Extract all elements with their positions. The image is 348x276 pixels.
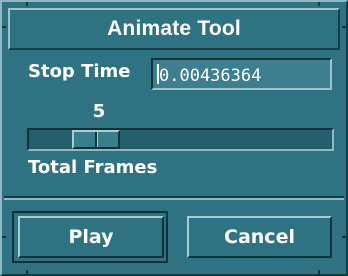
frame-notch bbox=[342, 236, 346, 238]
frame-notch bbox=[318, 2, 320, 6]
slider-thumb[interactable] bbox=[72, 130, 120, 149]
frame-notch bbox=[26, 2, 28, 6]
frame-notch bbox=[2, 236, 6, 238]
play-button[interactable]: Play bbox=[18, 216, 164, 258]
title-bar[interactable]: Animate Tool bbox=[8, 8, 340, 50]
window-title: Animate Tool bbox=[107, 17, 241, 40]
frame-notch bbox=[2, 26, 6, 28]
total-frames-value: 5 bbox=[92, 101, 106, 122]
cancel-button[interactable]: Cancel bbox=[187, 216, 332, 258]
slider-thumb-groove-highlight bbox=[97, 132, 98, 147]
text-caret bbox=[157, 64, 159, 84]
total-frames-label: Total Frames bbox=[28, 157, 158, 178]
frame-notch bbox=[318, 270, 320, 274]
stop-time-input[interactable] bbox=[151, 58, 332, 90]
frame-notch bbox=[342, 26, 346, 28]
stop-time-label: Stop Time bbox=[28, 61, 131, 82]
separator bbox=[4, 196, 344, 200]
frame-notch bbox=[26, 270, 28, 274]
